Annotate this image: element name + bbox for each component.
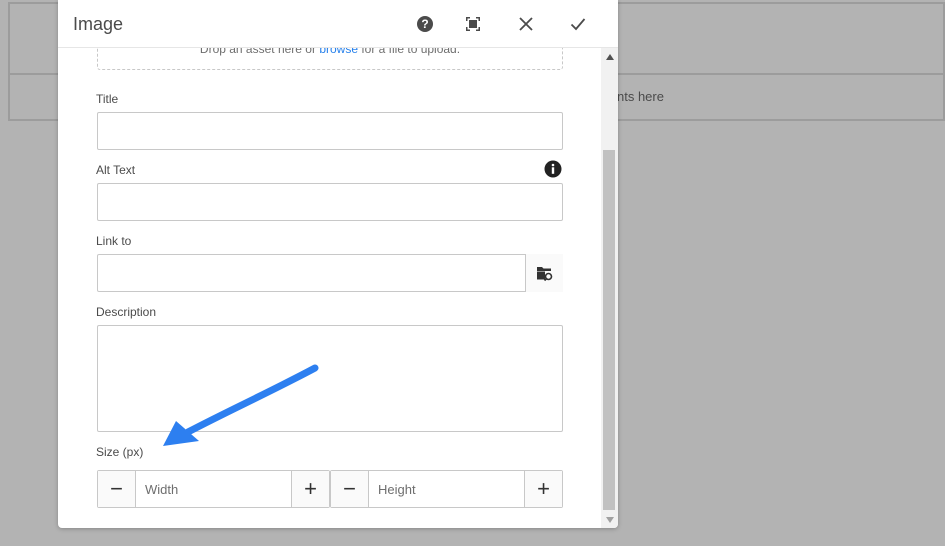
dialog-header: Image ? bbox=[58, 0, 618, 48]
caret-down-icon bbox=[605, 516, 614, 523]
help-icon: ? bbox=[417, 16, 433, 32]
width-decrement-button[interactable]: − bbox=[98, 471, 136, 507]
title-input[interactable] bbox=[97, 112, 563, 150]
width-increment-button[interactable]: + bbox=[291, 471, 329, 507]
image-dialog: Image ? Drop an asset here or browse for… bbox=[58, 0, 618, 528]
background-placeholder-text: nts here bbox=[617, 89, 664, 104]
asset-dropzone[interactable]: Drop an asset here or browse for a file … bbox=[97, 48, 563, 70]
caret-up-icon bbox=[605, 53, 614, 60]
done-button[interactable] bbox=[564, 10, 592, 38]
folder-search-icon bbox=[536, 267, 552, 282]
height-increment-button[interactable]: + bbox=[524, 471, 562, 507]
link-to-label: Link to bbox=[96, 234, 132, 248]
browse-link[interactable]: browse bbox=[319, 48, 358, 56]
height-input[interactable] bbox=[369, 471, 524, 507]
dropzone-text-after: for a file to upload. bbox=[358, 48, 461, 56]
svg-text:?: ? bbox=[421, 17, 428, 31]
help-button[interactable]: ? bbox=[411, 10, 439, 38]
description-textarea[interactable] bbox=[97, 325, 563, 432]
path-browser-button[interactable] bbox=[525, 254, 563, 292]
scrollbar-thumb[interactable] bbox=[603, 150, 615, 510]
description-label: Description bbox=[96, 305, 157, 319]
fullscreen-button[interactable] bbox=[459, 10, 487, 38]
width-input[interactable] bbox=[136, 471, 291, 507]
link-to-input[interactable] bbox=[97, 254, 563, 292]
scroll-down-arrow[interactable] bbox=[601, 511, 618, 528]
close-icon bbox=[519, 17, 533, 31]
title-label: Title bbox=[96, 92, 119, 106]
scroll-up-arrow[interactable] bbox=[601, 48, 618, 65]
width-stepper: − + bbox=[97, 470, 330, 508]
close-button[interactable] bbox=[512, 10, 540, 38]
dialog-title: Image bbox=[73, 14, 124, 34]
alt-text-input[interactable] bbox=[97, 183, 563, 221]
dialog-body: Drop an asset here or browse for a file … bbox=[58, 48, 618, 528]
height-stepper: − + bbox=[330, 470, 563, 508]
size-label: Size (px) bbox=[96, 445, 144, 459]
checkmark-icon bbox=[570, 18, 586, 31]
alt-text-label: Alt Text bbox=[96, 163, 136, 177]
info-icon[interactable] bbox=[544, 160, 562, 178]
dialog-scrollbar[interactable] bbox=[601, 48, 618, 528]
dropzone-text: Drop an asset here or bbox=[199, 48, 320, 56]
fullscreen-icon bbox=[466, 17, 480, 31]
height-decrement-button[interactable]: − bbox=[331, 471, 369, 507]
